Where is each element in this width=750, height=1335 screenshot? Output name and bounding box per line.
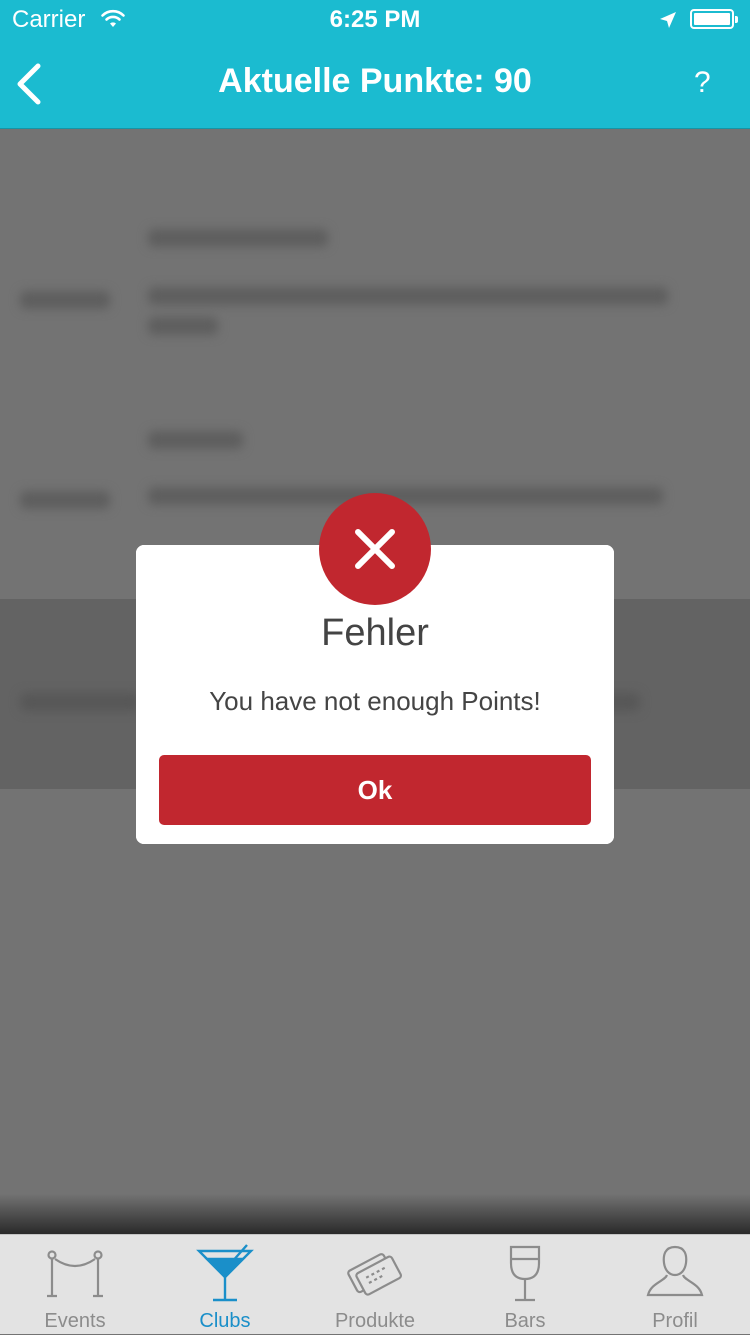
ok-button[interactable]: Ok [159,755,591,825]
dialog-title: Fehler [321,612,429,654]
blurred-line [148,317,218,335]
blurred-line [148,431,243,449]
help-button[interactable]: ? [694,66,711,100]
error-x-icon [319,493,431,605]
tab-profil[interactable]: Profil [600,1235,750,1335]
location-arrow-icon [658,9,678,37]
person-icon [645,1243,705,1303]
tab-clubs[interactable]: Clubs [150,1235,300,1335]
tab-events[interactable]: Events [0,1235,150,1335]
tab-produkte[interactable]: Produkte [300,1235,450,1335]
tab-label: Bars [504,1310,546,1332]
status-time: 6:25 PM [329,6,421,33]
blurred-line [148,229,328,247]
battery-icon [690,9,738,29]
wine-glass-icon [495,1243,555,1303]
blurred-line [20,693,140,711]
navigation-bar: Aktuelle Punkte: 90 ? [0,40,750,129]
blurred-line [20,291,110,309]
status-bar: Carrier 6:25 PM [0,0,750,40]
blurred-line [148,287,668,305]
dialog-message: You have not enough Points! [209,686,541,716]
bottom-shadow [0,1194,750,1234]
rope-barrier-icon [45,1243,105,1303]
tab-bars[interactable]: Bars [450,1235,600,1335]
tab-label: Clubs [199,1310,251,1332]
tickets-icon [345,1243,405,1303]
tab-label: Produkte [334,1310,416,1332]
tab-bar: Events Clubs Produkte Bars Profil [0,1234,750,1334]
tab-label: Events [44,1310,106,1332]
page-title: Aktuelle Punkte: 90 [218,62,532,100]
tab-label: Profil [652,1310,698,1332]
blurred-line [20,491,110,509]
cocktail-glass-icon [195,1243,255,1303]
